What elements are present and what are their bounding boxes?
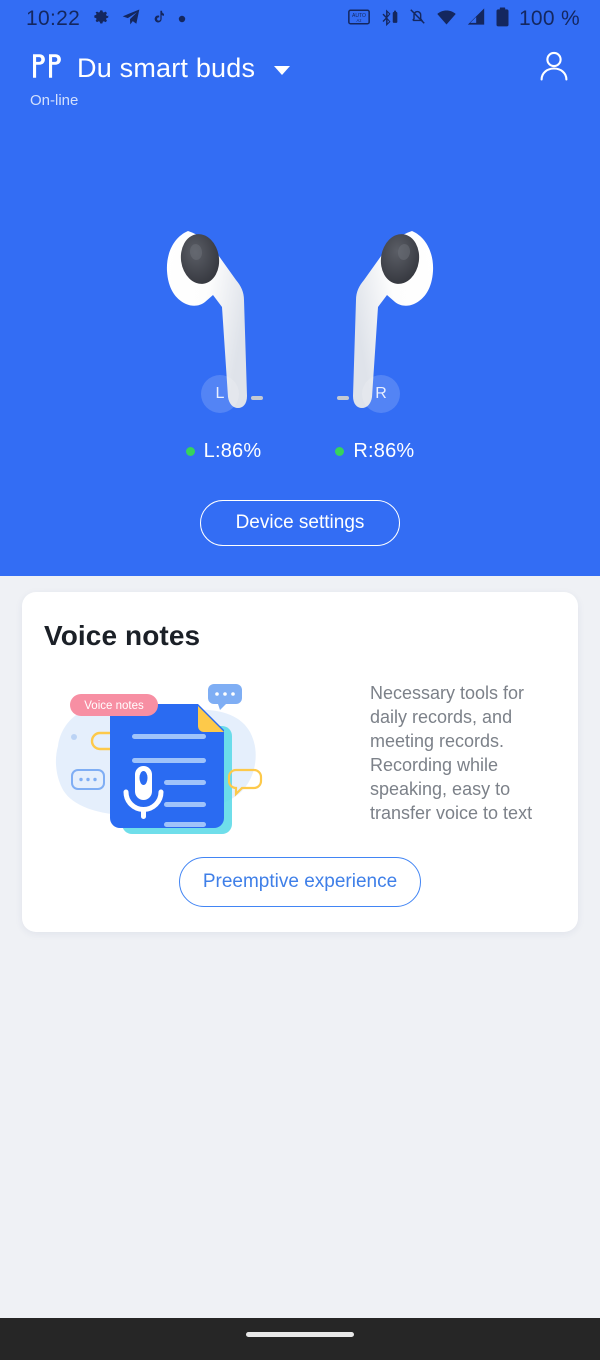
home-indicator[interactable] <box>246 1332 354 1337</box>
voice-notes-card: Voice notes Voice notes Necessary tools … <box>22 592 578 932</box>
settings-gear-icon <box>91 7 110 31</box>
earbuds-logo-icon <box>30 52 64 85</box>
left-battery-label: L:86% <box>203 440 262 462</box>
earbuds-illustration: L R <box>0 196 600 436</box>
dot-icon <box>178 10 186 28</box>
auto-rotate-icon: AUTO Az <box>348 8 370 31</box>
system-navigation-bar <box>0 1318 600 1360</box>
cellular-signal-icon <box>466 7 486 31</box>
device-settings-button[interactable]: Device settings <box>200 500 400 546</box>
status-bar: 10:22 AUTO Az 100 % <box>0 0 600 38</box>
device-selector[interactable]: Du smart buds <box>30 52 291 85</box>
status-bar-right: AUTO Az 100 % <box>348 7 580 32</box>
wifi-icon <box>436 8 457 31</box>
right-battery-status: R:86% <box>335 440 414 463</box>
battery-icon <box>495 7 510 32</box>
status-time: 10:22 <box>26 7 81 30</box>
left-bud-badge: L <box>201 375 239 413</box>
device-header-panel: 10:22 AUTO Az 100 % Du smart buds On-lin… <box>0 0 600 576</box>
preemptive-experience-button[interactable]: Preemptive experience <box>179 857 421 907</box>
connection-status-label: On-line <box>30 92 79 109</box>
device-name-label: Du smart buds <box>77 53 256 83</box>
tiktok-icon <box>152 8 167 31</box>
chevron-down-icon[interactable] <box>274 65 291 75</box>
telegram-icon <box>121 7 141 32</box>
bluetooth-battery-icon <box>379 7 399 32</box>
svg-text:Az: Az <box>356 18 361 23</box>
left-battery-status: L:86% <box>185 440 262 463</box>
card-description: Necessary tools for daily records, and m… <box>370 683 533 823</box>
battery-status-row: L:86% R:86% <box>0 440 600 463</box>
account-person-icon[interactable] <box>534 46 574 91</box>
right-bud-badge: R <box>362 375 400 413</box>
header-title-row: Du smart buds <box>0 46 600 91</box>
card-title: Voice notes <box>44 620 201 651</box>
voice-notes-illustration: Voice notes <box>40 674 308 834</box>
notifications-muted-icon <box>408 7 427 31</box>
chat-bubble-icon <box>208 684 242 710</box>
phone-screen: 10:22 AUTO Az 100 % Du smart buds On-lin… <box>0 0 600 1360</box>
right-battery-dot-icon <box>335 447 345 456</box>
svg-text:Voice notes: Voice notes <box>84 700 144 712</box>
battery-percent-label: 100 % <box>518 7 580 30</box>
status-bar-left: 10:22 <box>26 7 186 32</box>
right-battery-label: R:86% <box>353 440 415 462</box>
left-battery-dot-icon <box>185 447 195 456</box>
